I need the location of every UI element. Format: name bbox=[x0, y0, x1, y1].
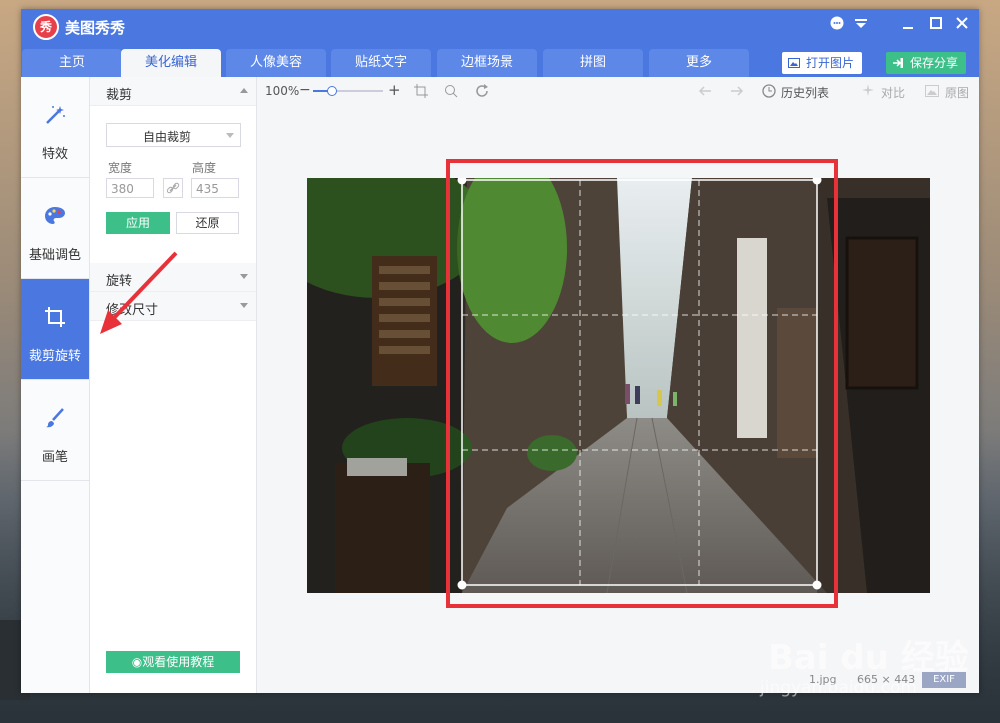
red-highlight-box bbox=[446, 159, 838, 608]
watermark-site: jingyan.baidu.com bbox=[760, 678, 917, 698]
watermark-brand: Bai du 经验 bbox=[768, 638, 969, 678]
red-arrow-icon bbox=[110, 251, 178, 322]
baidu-watermark: Bai du 经验 jingyan.baidu.com bbox=[760, 612, 990, 712]
